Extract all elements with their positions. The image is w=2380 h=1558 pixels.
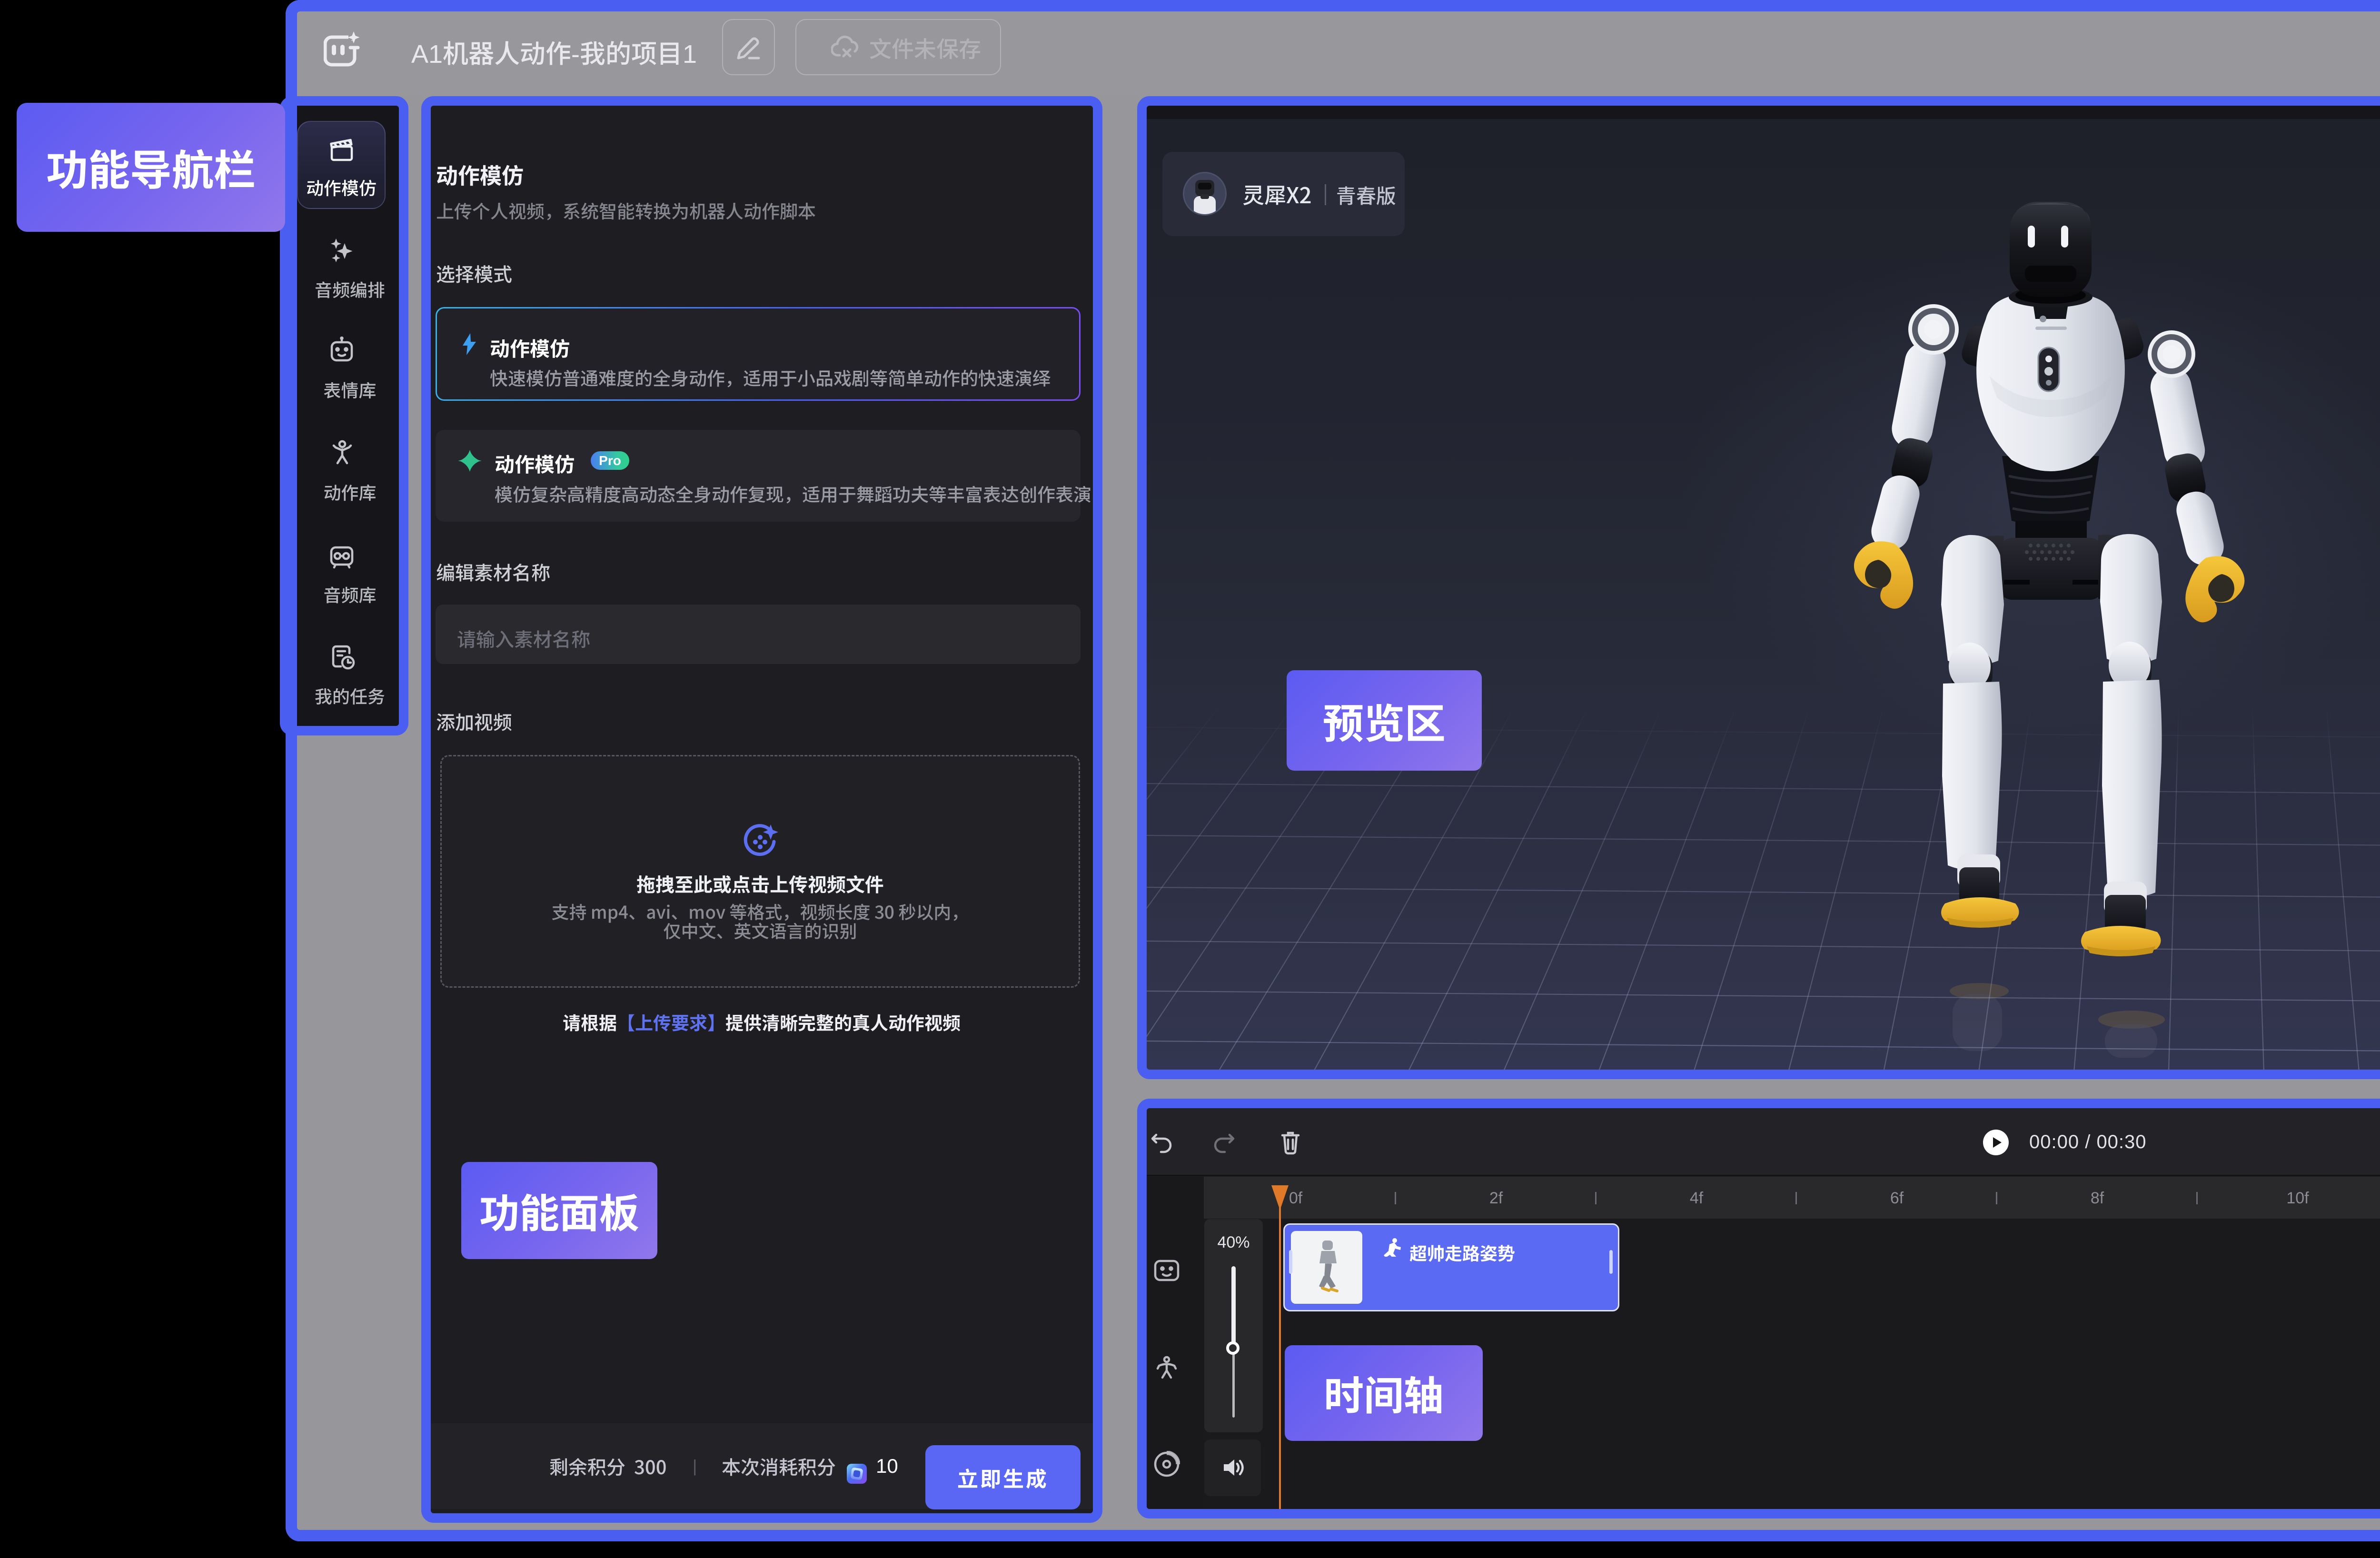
svg-text:8f: 8f	[2091, 1189, 2104, 1207]
svg-text:0f: 0f	[1289, 1189, 1303, 1207]
svg-text:4f: 4f	[1690, 1189, 1704, 1207]
svg-text:2f: 2f	[1489, 1189, 1503, 1207]
svg-text:6f: 6f	[1890, 1189, 1904, 1207]
svg-text:10f: 10f	[2286, 1189, 2309, 1207]
